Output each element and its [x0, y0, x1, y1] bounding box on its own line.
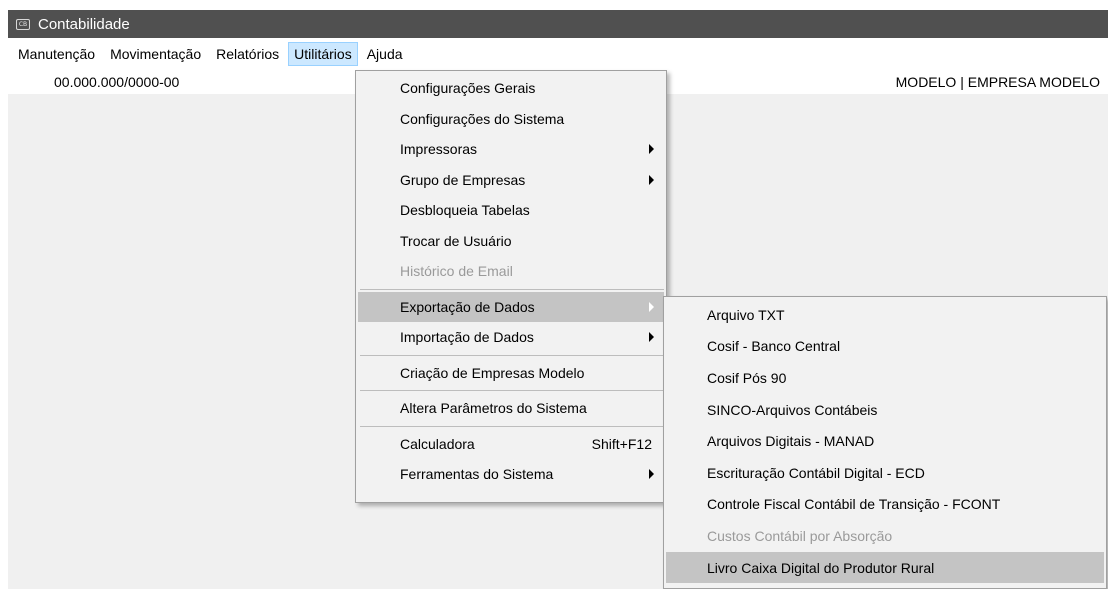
menu-item-ferramentas-sistema[interactable]: Ferramentas do Sistema	[358, 459, 664, 490]
menu-item-label: Escrituração Contábil Digital - ECD	[707, 464, 925, 481]
cnpj-label: 00.000.000/0000-00	[54, 74, 180, 90]
menu-utilitarios[interactable]: Utilitários	[288, 42, 358, 66]
menu-item-label: Controle Fiscal Contábil de Transição - …	[707, 496, 1001, 513]
menu-movimentacao[interactable]: Movimentação	[104, 42, 207, 66]
menu-item-label: Cosif Pós 90	[707, 369, 787, 386]
menu-item-label: Desbloqueia Tabelas	[400, 202, 530, 219]
menu-relatorios[interactable]: Relatórios	[210, 42, 285, 66]
submenu-item-custos-absorcao: Custos Contábil por Absorção	[666, 520, 1104, 552]
menu-item-label: Ferramentas do Sistema	[400, 466, 554, 483]
menu-item-label: Arquivo TXT	[707, 306, 785, 323]
menu-item-label: Grupo de Empresas	[400, 171, 526, 188]
menu-item-grupo-empresas[interactable]: Grupo de Empresas	[358, 165, 664, 196]
menu-item-label: Criação de Empresas Modelo	[400, 364, 585, 381]
menu-item-label: Trocar de Usuário	[400, 232, 512, 249]
submenu-item-fcont[interactable]: Controle Fiscal Contábil de Transição - …	[666, 489, 1104, 521]
submenu-item-ecd[interactable]: Escrituração Contábil Digital - ECD	[666, 457, 1104, 489]
company-label: MODELO | EMPRESA MODELO	[895, 74, 1100, 90]
menu-item-label: Configurações do Sistema	[400, 110, 565, 127]
menu-item-importacao-dados[interactable]: Importação de Dados	[358, 322, 664, 353]
menu-item-calculadora[interactable]: Calculadora Shift+F12	[358, 429, 664, 460]
menu-item-label: Calculadora	[400, 435, 475, 452]
menu-item-label: Altera Parâmetros do Sistema	[400, 400, 587, 417]
menu-item-label: Configurações Gerais	[400, 80, 536, 97]
submenu-item-sinco[interactable]: SINCO-Arquivos Contábeis	[666, 394, 1104, 426]
menu-item-altera-parametros[interactable]: Altera Parâmetros do Sistema	[358, 393, 664, 424]
menu-separator	[360, 425, 664, 427]
menu-separator	[360, 354, 664, 356]
title-bar: CB Contabilidade	[8, 10, 1108, 38]
menu-item-exportacao-dados[interactable]: Exportação de Dados	[358, 291, 664, 322]
menu-item-label: Importação de Dados	[400, 329, 534, 346]
window-title: Contabilidade	[38, 15, 130, 33]
utilitarios-dropdown: Configurações Gerais Configurações do Si…	[355, 70, 667, 503]
app-icon: CB	[16, 18, 30, 30]
menu-separator	[360, 390, 664, 391]
menu-manutencao[interactable]: Manutenção	[12, 42, 101, 66]
menu-separator	[360, 288, 664, 290]
menu-item-label: Custos Contábil por Absorção	[707, 527, 893, 544]
menu-item-configuracoes-gerais[interactable]: Configurações Gerais	[358, 73, 664, 104]
menu-ajuda[interactable]: Ajuda	[361, 42, 409, 66]
submenu-item-cosif-banco-central[interactable]: Cosif - Banco Central	[666, 331, 1104, 363]
submenu-item-cosif-pos-90[interactable]: Cosif Pós 90	[666, 362, 1104, 394]
menu-item-impressoras[interactable]: Impressoras	[358, 134, 664, 165]
shortcut-label: Shift+F12	[591, 435, 652, 452]
submenu-item-manad[interactable]: Arquivos Digitais - MANAD	[666, 425, 1104, 457]
menu-item-label: Arquivos Digitais - MANAD	[707, 433, 875, 450]
menu-item-label: Exportação de Dados	[400, 298, 535, 315]
menu-item-label: Histórico de Email	[400, 263, 513, 280]
menu-item-historico-email: Histórico de Email	[358, 256, 664, 287]
menu-item-configuracoes-sistema[interactable]: Configurações do Sistema	[358, 104, 664, 135]
menu-item-trocar-usuario[interactable]: Trocar de Usuário	[358, 226, 664, 257]
submenu-arrow-icon	[649, 301, 654, 312]
menu-item-label: Cosif - Banco Central	[707, 338, 841, 355]
submenu-arrow-icon	[649, 469, 654, 480]
menu-item-criacao-empresas-modelo[interactable]: Criação de Empresas Modelo	[358, 358, 664, 389]
submenu-arrow-icon	[649, 144, 654, 155]
exportacao-submenu: Arquivo TXT Cosif - Banco Central Cosif …	[663, 296, 1107, 589]
menu-item-label: Livro Caixa Digital do Produtor Rural	[707, 559, 935, 576]
menu-bar: Manutenção Movimentação Relatórios Utili…	[8, 38, 1108, 70]
submenu-item-arquivo-txt[interactable]: Arquivo TXT	[666, 299, 1104, 331]
menu-item-label: Impressoras	[400, 141, 478, 158]
menu-item-label: SINCO-Arquivos Contábeis	[707, 401, 878, 418]
submenu-item-livro-caixa-digital[interactable]: Livro Caixa Digital do Produtor Rural	[666, 551, 1104, 584]
submenu-arrow-icon	[649, 332, 654, 343]
submenu-arrow-icon	[649, 174, 654, 185]
menu-item-desbloqueia-tabelas[interactable]: Desbloqueia Tabelas	[358, 195, 664, 226]
